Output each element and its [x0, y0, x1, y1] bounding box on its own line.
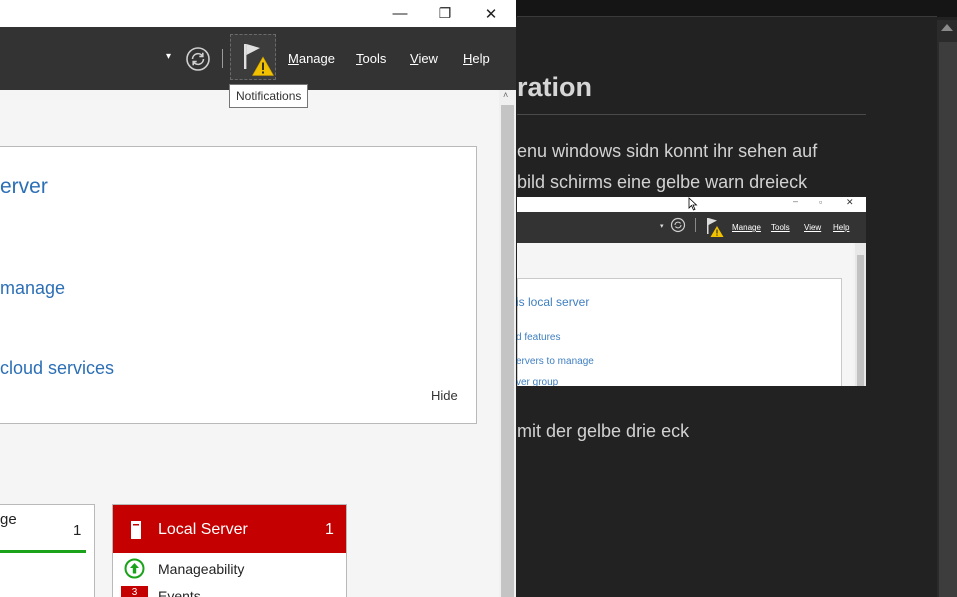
menu-tools[interactable]: Tools [356, 51, 386, 66]
menu-help-accel: H [463, 51, 473, 66]
embedded-menu-help: Help [833, 223, 850, 232]
embedded-scrollbar-thumb [857, 255, 864, 386]
scroll-up-icon[interactable]: ˄ [503, 90, 508, 100]
embedded-restore-icon: ▫ [819, 197, 823, 207]
notifications-tooltip: Notifications [229, 84, 309, 108]
add-servers-to-manage-link[interactable]: manage [0, 278, 65, 299]
scroll-up-arrow-icon[interactable] [941, 24, 953, 31]
embedded-close-icon: ✕ [846, 197, 854, 207]
toolbar-separator [222, 49, 223, 68]
embedded-minimize-icon: – [793, 197, 799, 206]
menu-tools-rest: ools [362, 51, 387, 66]
tile-events-label[interactable]: Events [158, 588, 201, 597]
background-divider [517, 16, 937, 17]
server-icon [131, 521, 141, 539]
embedded-toolbar: ▾ Manage Tools View Help [517, 212, 866, 243]
document-paragraph-line-3: mit der gelbe drie eck [517, 421, 690, 441]
embedded-menu-manage: Manage [732, 223, 761, 232]
menu-help-rest: elp [472, 51, 490, 66]
document-heading: ration [517, 72, 593, 102]
menu-manage-rest: anage [298, 51, 335, 66]
embedded-link-4: ver group [517, 377, 559, 386]
window-titlebar[interactable]: — ❐ ✕ [0, 0, 516, 27]
close-button[interactable]: ✕ [468, 0, 514, 27]
menu-manage-accel: M [288, 51, 299, 66]
embedded-separator [695, 218, 696, 232]
minimize-button[interactable]: — [377, 0, 423, 27]
heading-rule [517, 114, 866, 115]
tile-manage-count: 1 [73, 522, 82, 539]
document-paragraph-line-1: enu windows sidn konnt ihr sehen auf [517, 141, 818, 161]
document-scrollbar-thumb[interactable] [939, 42, 957, 597]
manageability-ok-icon [124, 558, 145, 579]
tile-manage-status-bar [0, 550, 86, 553]
restore-button[interactable]: ❐ [422, 0, 468, 27]
menu-view-rest: iew [418, 51, 438, 66]
menu-view[interactable]: View [410, 51, 438, 66]
embedded-refresh-icon [670, 217, 686, 233]
embedded-dropdown-icon: ▾ [660, 223, 664, 230]
menu-manage[interactable]: Manage [288, 51, 335, 66]
document-paragraph-line-2: bild schirms eine gelbe warn dreieck [517, 172, 808, 192]
mouse-cursor-icon [688, 197, 698, 211]
tile-local-server-title: Local Server [158, 521, 248, 538]
tile-manageability-label[interactable]: Manageability [158, 561, 244, 577]
dropdown-arrow-icon[interactable]: ▾ [166, 51, 171, 62]
configure-local-server-link[interactable]: erver [0, 175, 48, 199]
events-count-badge: 3 [121, 586, 148, 597]
welcome-panel [0, 146, 477, 424]
notifications-button[interactable] [230, 34, 276, 80]
tile-local-server-count: 1 [325, 521, 334, 538]
menu-help[interactable]: Help [463, 51, 490, 66]
embedded-link-1: is local server [517, 295, 590, 309]
embedded-link-3: ervers to manage [517, 356, 594, 367]
hide-link[interactable]: Hide [431, 388, 458, 403]
embedded-menu-tools: Tools [771, 223, 790, 232]
embedded-screenshot: – ▫ ✕ ▾ Manage Tools View Help is local … [517, 197, 866, 386]
tile-manage-title: ge [0, 511, 17, 528]
window-scrollbar-thumb[interactable] [501, 105, 514, 597]
embedded-flag-warning-icon [707, 218, 724, 237]
embedded-link-2: d features [517, 332, 561, 343]
refresh-icon[interactable] [185, 46, 211, 72]
embedded-menu-view: View [804, 223, 822, 232]
connect-cloud-services-link[interactable]: cloud services [0, 358, 114, 379]
notifications-flag-warning-icon [244, 44, 275, 76]
